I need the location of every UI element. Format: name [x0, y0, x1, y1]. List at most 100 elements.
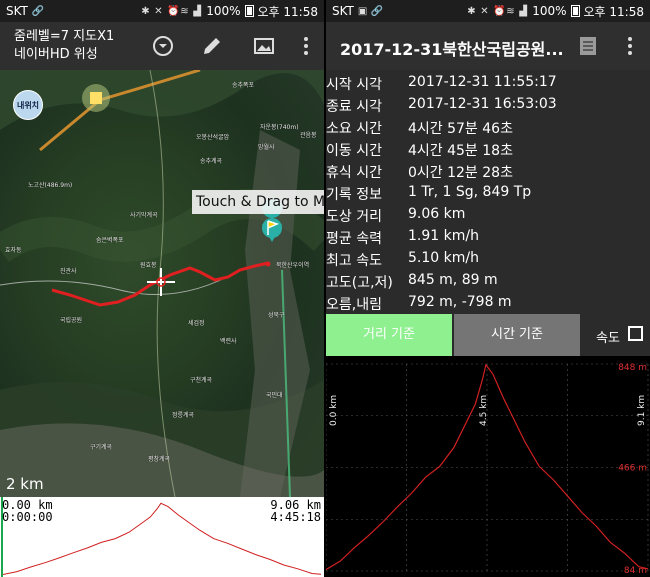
start-marker-label: 북한산우이역 — [276, 262, 310, 269]
info-row-moving-time: 이동 시간 4시간 45분 18초 — [326, 138, 650, 160]
signal-icon: ▟ — [519, 5, 527, 17]
battery-percent: 100% — [532, 4, 567, 18]
info-label: 도상 거리 — [326, 209, 382, 225]
info-label: 시작 시각 — [326, 77, 382, 93]
speed-label: 속도 — [596, 331, 620, 346]
mini-end-time: 4:45:18 — [270, 510, 321, 524]
location-bubble-icon — [82, 84, 110, 112]
info-label: 소요 시간 — [326, 121, 382, 137]
x-tick-label: 9.1 km — [637, 395, 647, 426]
info-row-duration: 소요 시간 4시간 57분 46초 — [326, 116, 650, 138]
y-tick-label: 848 m — [618, 363, 647, 373]
status-bar: SKT 🔗 ✱ ✕ ⏰ ≋ ▟ 100% 오후 11:58 — [0, 0, 324, 22]
link-icon: 🔗 — [370, 5, 384, 17]
info-label: 종료 시각 — [326, 99, 382, 115]
info-label: 오름,내림 — [326, 297, 382, 313]
clock: 오후 11:58 — [583, 4, 644, 19]
dropdown-circle-icon[interactable] — [151, 34, 175, 58]
wifi-icon: ≋ — [180, 5, 189, 17]
status-bar: SKT ▣ 🔗 ✱ ✕ ⏰ ≋ ▟ 100% 오후 11:58 — [326, 0, 650, 22]
link-icon: 🔗 — [31, 5, 45, 17]
info-label: 휴식 시간 — [326, 165, 382, 181]
image-icon: ▣ — [357, 5, 368, 17]
y-tick-label: 84 m — [624, 566, 647, 576]
distance-basis-button[interactable]: 거리 기준 — [326, 314, 452, 356]
map-label: 국립공원 — [60, 317, 83, 324]
info-row-max-speed: 최고 속도 5.10 km/h — [326, 248, 650, 270]
mute-icon: ✕ — [480, 5, 489, 17]
track-detail-screen: SKT ▣ 🔗 ✱ ✕ ⏰ ≋ ▟ 100% 오후 11:58 2017-12-… — [326, 0, 650, 577]
crosshair-icon — [147, 268, 175, 296]
mute-icon: ✕ — [154, 5, 163, 17]
more-vert-icon[interactable] — [618, 34, 642, 58]
track-info-list: 시작 시각 2017-12-31 11:55:17 종료 시각 2017-12-31… — [326, 72, 650, 314]
track-title: 2017-12-31북한산국립공원... — [340, 40, 564, 59]
pencil-icon[interactable] — [200, 34, 224, 58]
clock: 오후 11:58 — [257, 4, 318, 19]
info-label: 이동 시간 — [326, 143, 382, 159]
map-label: 원효봉 — [140, 262, 157, 269]
map-source-label: 네이버HD 위성 — [14, 47, 98, 62]
map-label: 세검정 — [188, 320, 205, 327]
map-label: 송추계곡 — [200, 158, 223, 165]
elevation-chart-svg: 848 m 466 m 84 m 0.0 km 4.5 km 9.1 km — [326, 363, 649, 576]
y-tick-label: 466 m — [618, 464, 647, 474]
elevation-profile-chart[interactable]: 848 m 466 m 84 m 0.0 km 4.5 km 9.1 km — [326, 356, 650, 577]
info-row-avg-speed: 평균 속력 1.91 km/h — [326, 226, 650, 248]
map-label: 관음봉 — [300, 132, 317, 139]
battery-icon — [244, 5, 254, 17]
battery-percent: 100% — [206, 4, 241, 18]
map-label: 노고산(486.9m) — [28, 182, 73, 189]
map-overlay — [0, 70, 324, 497]
map-label: 진관사 — [60, 268, 77, 275]
map-image-icon[interactable] — [252, 34, 276, 58]
map-label: 백련사 — [220, 338, 237, 345]
scale-label: 2 km — [6, 475, 44, 493]
map-label: 구기계곡 — [90, 444, 113, 451]
info-row-record-info: 기록 정보 1 Tr, 1 Sg, 849 Tp — [326, 182, 650, 204]
satellite-map[interactable]: 내위치 송추폭포 오봉산석굴암 자운봉(740m) 망월사 송추계곡 관음봉 노… — [0, 70, 324, 497]
info-value: 0시간 12분 28초 — [408, 165, 513, 181]
info-row-end-time: 종료 시각 2017-12-31 16:53:03 — [326, 94, 650, 116]
info-label: 기록 정보 — [326, 187, 382, 203]
map-screen: SKT 🔗 ✱ ✕ ⏰ ≋ ▟ 100% 오후 11:58 줌레벨=7 지도X1… — [0, 0, 324, 577]
x-tick-label: 4.5 km — [479, 395, 489, 426]
map-label: 사기막계곡 — [130, 212, 158, 219]
detail-app-bar: 2017-12-31북한산국립공원... — [326, 22, 650, 70]
map-label: 송추폭포 — [232, 82, 255, 89]
info-row-altitude: 고도(고,저) 845 m, 89 m — [326, 270, 650, 292]
mini-start-time: 0:00:00 — [2, 510, 53, 524]
carrier-label: SKT — [6, 4, 28, 18]
bluetooth-icon: ✱ — [467, 5, 476, 17]
info-value: 2017-12-31 11:55:17 — [408, 74, 557, 90]
map-app-bar: 줌레벨=7 지도X1 네이버HD 위성 — [0, 22, 324, 70]
info-label: 평균 속력 — [326, 231, 382, 247]
carrier-label: SKT — [332, 4, 354, 18]
map-label: 자운봉(740m) — [260, 124, 299, 131]
info-row-rest-time: 휴식 시간 0시간 12분 28초 — [326, 160, 650, 182]
info-value: 845 m, 89 m — [408, 272, 498, 288]
locate-me-button[interactable]: 내위치 — [13, 90, 43, 120]
info-row-ascent-descent: 오름,내림 792 m, -798 m — [326, 292, 650, 314]
info-value: 4시간 57분 46초 — [408, 121, 513, 137]
x-tick-label: 0.0 km — [329, 395, 339, 426]
info-value: 1.91 km/h — [408, 228, 479, 244]
map-label: 국민대 — [266, 392, 283, 399]
drag-tooltip: Touch & Drag to M — [192, 190, 324, 214]
info-value: 9.06 km — [408, 206, 466, 222]
map-label: 망월사 — [258, 144, 275, 151]
map-label: 숨은벽폭포 — [96, 237, 124, 244]
info-row-start-time: 시작 시각 2017-12-31 11:55:17 — [326, 72, 650, 94]
notes-icon[interactable] — [576, 34, 600, 58]
map-label: 구천계곡 — [190, 377, 213, 384]
info-value: 2017-12-31 16:53:03 — [408, 96, 557, 112]
profile-mode-bar: 거리 기준 시간 기준 속도 — [326, 314, 650, 356]
time-basis-button[interactable]: 시간 기준 — [454, 314, 580, 356]
signal-icon: ▟ — [193, 5, 201, 17]
bluetooth-icon: ✱ — [141, 5, 150, 17]
info-value: 1 Tr, 1 Sg, 849 Tp — [408, 184, 532, 200]
more-vert-icon[interactable] — [294, 34, 318, 58]
speed-checkbox[interactable] — [628, 326, 643, 341]
mini-elevation-profile[interactable]: 0.00 km 0:00:00 9.06 km 4:45:18 — [0, 497, 324, 577]
info-value: 4시간 45분 18초 — [408, 143, 513, 159]
